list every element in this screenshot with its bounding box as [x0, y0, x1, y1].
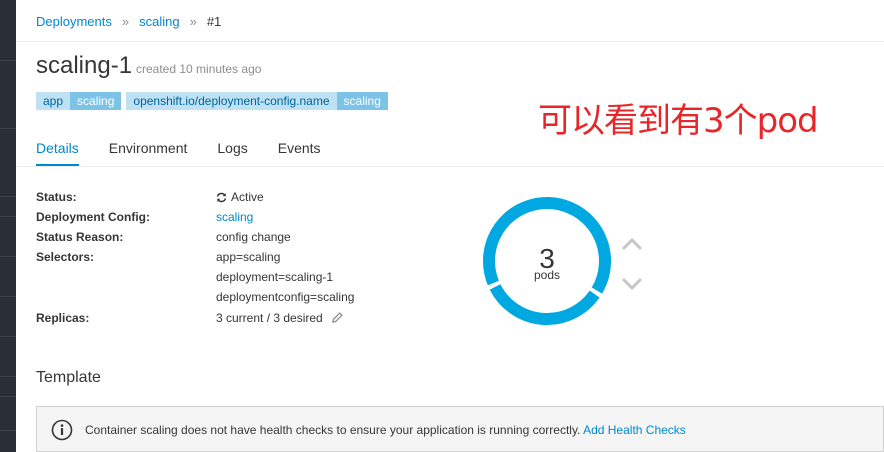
reason-label: Status Reason:	[36, 230, 124, 244]
breadcrumb-deployments-link[interactable]: Deployments	[36, 14, 112, 29]
scale-up-icon[interactable]	[620, 236, 644, 257]
status-row: Status: Active	[36, 190, 436, 208]
reason-row: Status Reason: config change	[36, 230, 436, 248]
breadcrumb-scaling-link[interactable]: scaling	[139, 14, 179, 29]
replicas-row: Replicas: 3 current / 3 desired	[36, 311, 436, 329]
status-text: Active	[231, 190, 264, 204]
selector-item: app=scaling	[216, 250, 281, 264]
selectors-row: Selectors: app=scaling	[36, 250, 436, 268]
tab-events[interactable]: Events	[278, 140, 321, 166]
breadcrumb: Deployments » scaling » #1	[36, 14, 221, 29]
created-timestamp: created 10 minutes ago	[136, 62, 262, 76]
tab-details[interactable]: Details	[36, 140, 79, 166]
label-pair: app scaling	[36, 92, 122, 110]
pods-label: pods	[534, 268, 560, 282]
page-title: scaling-1	[36, 52, 133, 79]
reason-value: config change	[216, 230, 291, 244]
pencil-icon[interactable]	[332, 312, 343, 326]
label-key[interactable]: openshift.io/deployment-config.name	[126, 92, 337, 110]
selectors-row-2: deployment=scaling-1	[36, 270, 436, 288]
label-key[interactable]: app	[36, 92, 71, 110]
divider	[16, 41, 884, 42]
selector-item: deploymentconfig=scaling	[216, 290, 355, 304]
tab-environment[interactable]: Environment	[109, 140, 188, 166]
info-icon	[51, 419, 73, 446]
selectors-label: Selectors:	[36, 250, 95, 264]
scale-down-icon[interactable]	[620, 276, 644, 297]
template-section-title: Template	[36, 369, 101, 386]
selectors-row-3: deploymentconfig=scaling	[36, 290, 436, 308]
divider	[16, 166, 884, 167]
left-nav-bar	[0, 0, 16, 452]
label-pair: openshift.io/deployment-config.name scal…	[126, 92, 388, 110]
tab-logs[interactable]: Logs	[217, 140, 247, 166]
health-check-alert: Container scaling does not have health c…	[36, 406, 884, 452]
refresh-icon	[216, 192, 227, 206]
annotation-note: 可以看到有3个pod	[538, 101, 819, 141]
replicas-label: Replicas:	[36, 311, 90, 325]
replicas-text: 3 current / 3 desired	[216, 311, 323, 325]
dc-link[interactable]: scaling	[216, 210, 253, 224]
labels-list: app scaling openshift.io/deployment-conf…	[36, 92, 388, 110]
pods-donut-chart: 3 pods	[482, 196, 612, 326]
alert-message: Container scaling does not have health c…	[85, 423, 686, 437]
replicas-value: 3 current / 3 desired	[216, 311, 343, 326]
dc-row: Deployment Config: scaling	[36, 210, 436, 228]
main-content: Deployments » scaling » #1 scaling-1 cre…	[16, 0, 884, 452]
dc-label: Deployment Config:	[36, 210, 150, 224]
breadcrumb-separator-icon: »	[189, 14, 197, 29]
status-value: Active	[216, 190, 264, 206]
tab-bar: Details Environment Logs Events	[36, 140, 351, 166]
label-value[interactable]: scaling	[70, 92, 122, 110]
label-value[interactable]: scaling	[336, 92, 388, 110]
add-health-checks-link[interactable]: Add Health Checks	[583, 423, 686, 437]
breadcrumb-current: #1	[206, 14, 222, 29]
dc-value: scaling	[216, 210, 253, 224]
breadcrumb-separator-icon: »	[121, 14, 130, 29]
status-label: Status:	[36, 190, 77, 204]
selector-item: deployment=scaling-1	[216, 270, 334, 284]
alert-text: Container scaling does not have health c…	[85, 423, 581, 437]
